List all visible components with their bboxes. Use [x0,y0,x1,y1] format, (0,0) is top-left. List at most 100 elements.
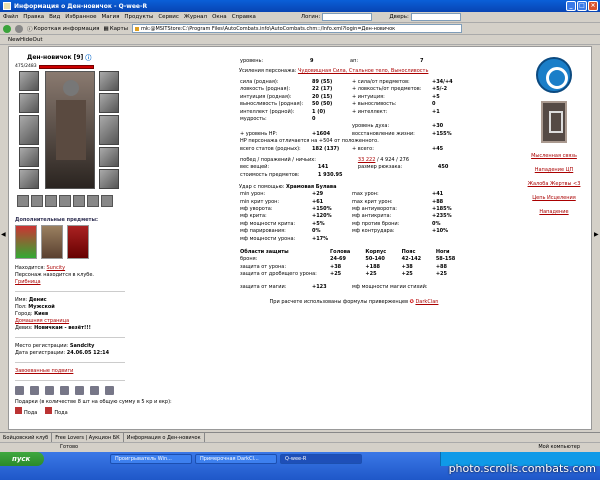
app-icon [3,2,11,10]
menu-edit[interactable]: Правка [23,14,44,20]
name-label: Имя: [15,297,28,303]
mental-link[interactable]: Мысленная связь [519,153,589,159]
boosts-links[interactable]: Чудовищная Сила, Стальное тело, Вынослив… [298,68,428,74]
award-icon[interactable] [15,386,24,395]
cloak-item[interactable] [67,225,89,259]
complaint-link[interactable]: Жалоба Жертвы <3 [519,181,589,187]
wins-count-link[interactable]: 33 222 [358,157,376,163]
boots-slot[interactable] [99,169,119,189]
gift-item[interactable]: Пода [45,407,68,416]
necklace-slot[interactable] [19,93,39,113]
shield-slot[interactable] [99,115,119,145]
tab-info[interactable]: Информация о Ден-новичок [124,432,205,443]
location-link[interactable]: Suncity [47,265,66,271]
armor-slot[interactable] [19,147,39,167]
helmet-slot[interactable] [19,71,39,91]
reg-place-label: Место регистрации: [15,343,69,349]
small-slots [15,193,125,215]
items-weight-label: вес вещей: [240,164,270,171]
small-slot[interactable] [87,195,99,207]
small-slot[interactable] [17,195,29,207]
page-content: Ден-новичок [9] ⓘ 475/2483 Дополнительные … [8,46,592,430]
right-panel: Мысленная связь Нападение ЦП Жалоба Жерт… [519,57,589,215]
door-input[interactable] [410,13,461,21]
forward-icon[interactable] [15,24,23,33]
wins-link[interactable]: Завоеванные подвиги [15,368,125,375]
menu-service[interactable]: Сервис [158,14,179,20]
small-slot[interactable] [31,195,43,207]
gifts-section: Подарки (в количестве 8 шт на общую сумм… [15,399,172,416]
award-icon[interactable] [105,386,114,395]
award-icon[interactable] [90,386,99,395]
task-darkclan[interactable]: Примерочная DarkCl... [195,454,277,464]
magic-defense-label: защита от магии: [240,284,287,291]
room-link[interactable]: Грибница [15,279,125,286]
cost-value: 1 930.95 [317,171,343,178]
menu-file[interactable]: Файл [3,14,18,20]
jester-hat-item[interactable] [15,225,37,259]
minimize-button[interactable]: _ [566,1,576,11]
tab-fight-club[interactable]: Бойцовский клуб [0,432,53,443]
status-ready: Готово [60,444,79,450]
short-info-button[interactable]: Короткая информация [34,26,100,32]
small-slot[interactable] [73,195,85,207]
close-button[interactable]: × [588,1,598,11]
city-value: Киев [34,311,49,317]
attack-link[interactable]: Нападение [519,209,589,215]
cost-label: стоимость предметов: [240,171,300,178]
login-label: Логин: [300,14,321,20]
losses-draws: / 4 924 / 276 [377,156,409,163]
cards-icon: ▦ [103,25,109,32]
tab-free-lovers[interactable]: Free Lovers | Аукцион БК [52,432,124,443]
weapon-slot[interactable] [19,115,39,145]
menu-journal[interactable]: Журнал [184,14,207,20]
maximize-button[interactable]: □ [577,1,587,11]
cards-button[interactable]: Карты [110,26,128,32]
exp-label: ап: [350,57,359,64]
award-icon[interactable] [60,386,69,395]
heal-chain-link[interactable]: Цепь Исцеления [519,195,589,201]
menu-products[interactable]: Продукты [124,14,153,20]
gloves-slot[interactable] [99,93,119,113]
character-name[interactable]: Ден-новичок [27,54,72,61]
back-icon[interactable] [3,24,11,33]
address-bar[interactable]: mk:@MSITStore:C:\Program Files\AutoComba… [132,24,463,33]
reg-date-label: Дата регистрации: [15,350,66,356]
exp-value: 7 [420,57,424,64]
additional-items-title: Дополнительные предметы: [15,217,98,223]
small-slot[interactable] [59,195,71,207]
info-icon[interactable]: ⓘ [85,53,91,62]
start-button[interactable]: пуск [0,452,44,466]
earrings-slot[interactable] [99,71,119,91]
stats-panel: уровень: 9 ап: 7 Усиления персонажа: Чудови… [239,57,469,305]
task-qweer[interactable]: Q-wee-R [280,454,362,464]
small-slot[interactable] [101,195,113,207]
items-weight-value: 141 [317,164,329,171]
left-scroll-arrow[interactable]: ◀ [1,230,6,240]
belt-slot[interactable] [19,169,39,189]
legs-slot[interactable] [99,147,119,167]
bookmark-newhideout[interactable]: NewHideOut [8,37,43,43]
award-icon[interactable] [30,386,39,395]
formula-text: При расчете использованы формулы приверж… [269,299,409,306]
menu-view[interactable]: Вид [49,14,60,20]
armor-item[interactable] [41,225,63,259]
stats-table: сила (родная): 89 (55) + сила/от предметов… [240,79,453,152]
character-image [45,71,95,189]
real-name: Денис [28,297,47,303]
menu-windows[interactable]: Окна [212,14,227,20]
menu-help[interactable]: Справка [232,14,256,20]
award-icon[interactable] [45,386,54,395]
attack-cp-link[interactable]: Нападение ЦП [519,167,589,173]
award-icon[interactable] [75,386,84,395]
right-scroll-arrow[interactable]: ▶ [594,230,599,240]
clan-link[interactable]: DarkClan [415,299,438,305]
login-input[interactable] [322,13,373,21]
homepage-link[interactable]: Домашняя страница [15,318,125,325]
menu-magic[interactable]: Магия [102,14,120,20]
gift-item[interactable]: Пода [15,407,37,416]
motto-value: Новичкам - везёт!!! [34,325,91,331]
task-media-player[interactable]: Проигрыватель Win... [110,454,192,464]
menu-favorites[interactable]: Избранное [65,14,96,20]
small-slot[interactable] [45,195,57,207]
